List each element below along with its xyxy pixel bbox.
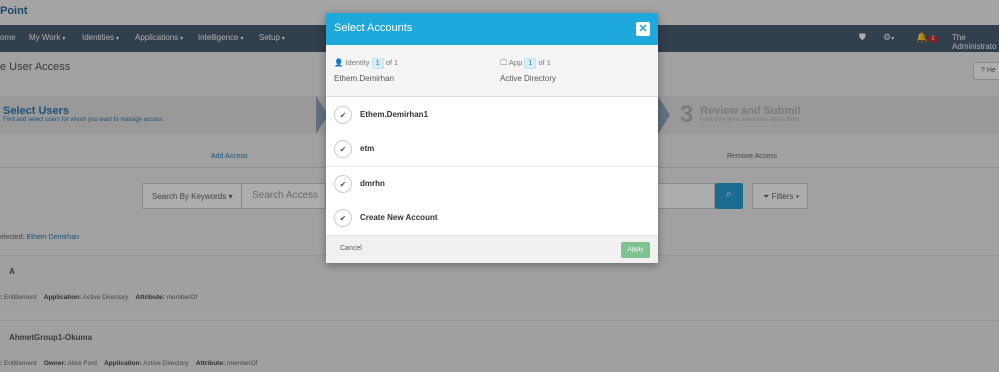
account-option[interactable]: ✔ etm bbox=[326, 132, 658, 167]
identity-total: of 1 bbox=[385, 58, 399, 67]
modal-title: Select Accounts bbox=[334, 22, 413, 34]
modal-info: 👤 Identity 1 of 1 Ethem.Demirhan 🖵 App 1… bbox=[326, 45, 658, 97]
close-button[interactable]: ✕ bbox=[636, 22, 650, 36]
app-total: of 1 bbox=[538, 58, 551, 67]
identity-counter: 👤 Identity 1 of 1 bbox=[334, 58, 398, 69]
apply-button[interactable]: Apply bbox=[621, 242, 650, 258]
checkmark-icon[interactable]: ✔ bbox=[334, 209, 352, 227]
modal-header: Select Accounts ✕ bbox=[326, 13, 658, 45]
app-label: App bbox=[508, 58, 523, 67]
account-option[interactable]: ✔ dmrhn bbox=[326, 167, 658, 202]
user-icon: 👤 bbox=[334, 58, 344, 67]
identity-value: Ethem.Demirhan bbox=[334, 74, 395, 83]
identity-label: Identity bbox=[345, 58, 370, 67]
app-current: 1 bbox=[524, 58, 537, 69]
cancel-button[interactable]: Cancel bbox=[340, 245, 362, 252]
account-name: Create New Account bbox=[360, 213, 438, 222]
checkmark-icon[interactable]: ✔ bbox=[334, 106, 352, 124]
account-name: etm bbox=[360, 144, 375, 153]
account-option[interactable]: ✔ Ethem.Demirhan1 bbox=[326, 98, 658, 133]
account-name: dmrhn bbox=[360, 179, 385, 188]
modal-footer: Cancel Apply bbox=[326, 235, 658, 263]
close-icon: ✕ bbox=[638, 23, 648, 35]
checkmark-icon[interactable]: ✔ bbox=[334, 175, 352, 193]
select-accounts-modal: Select Accounts ✕ 👤 Identity 1 of 1 Ethe… bbox=[326, 13, 658, 263]
account-option-create[interactable]: ✔ Create New Account bbox=[326, 201, 658, 236]
identity-current: 1 bbox=[371, 58, 384, 69]
checkmark-icon[interactable]: ✔ bbox=[334, 140, 352, 158]
app-counter: 🖵 App 1 of 1 bbox=[500, 58, 551, 69]
app-value: Active Directory bbox=[500, 74, 557, 83]
account-name: Ethem.Demirhan1 bbox=[360, 110, 429, 119]
monitor-icon: 🖵 bbox=[500, 58, 508, 67]
